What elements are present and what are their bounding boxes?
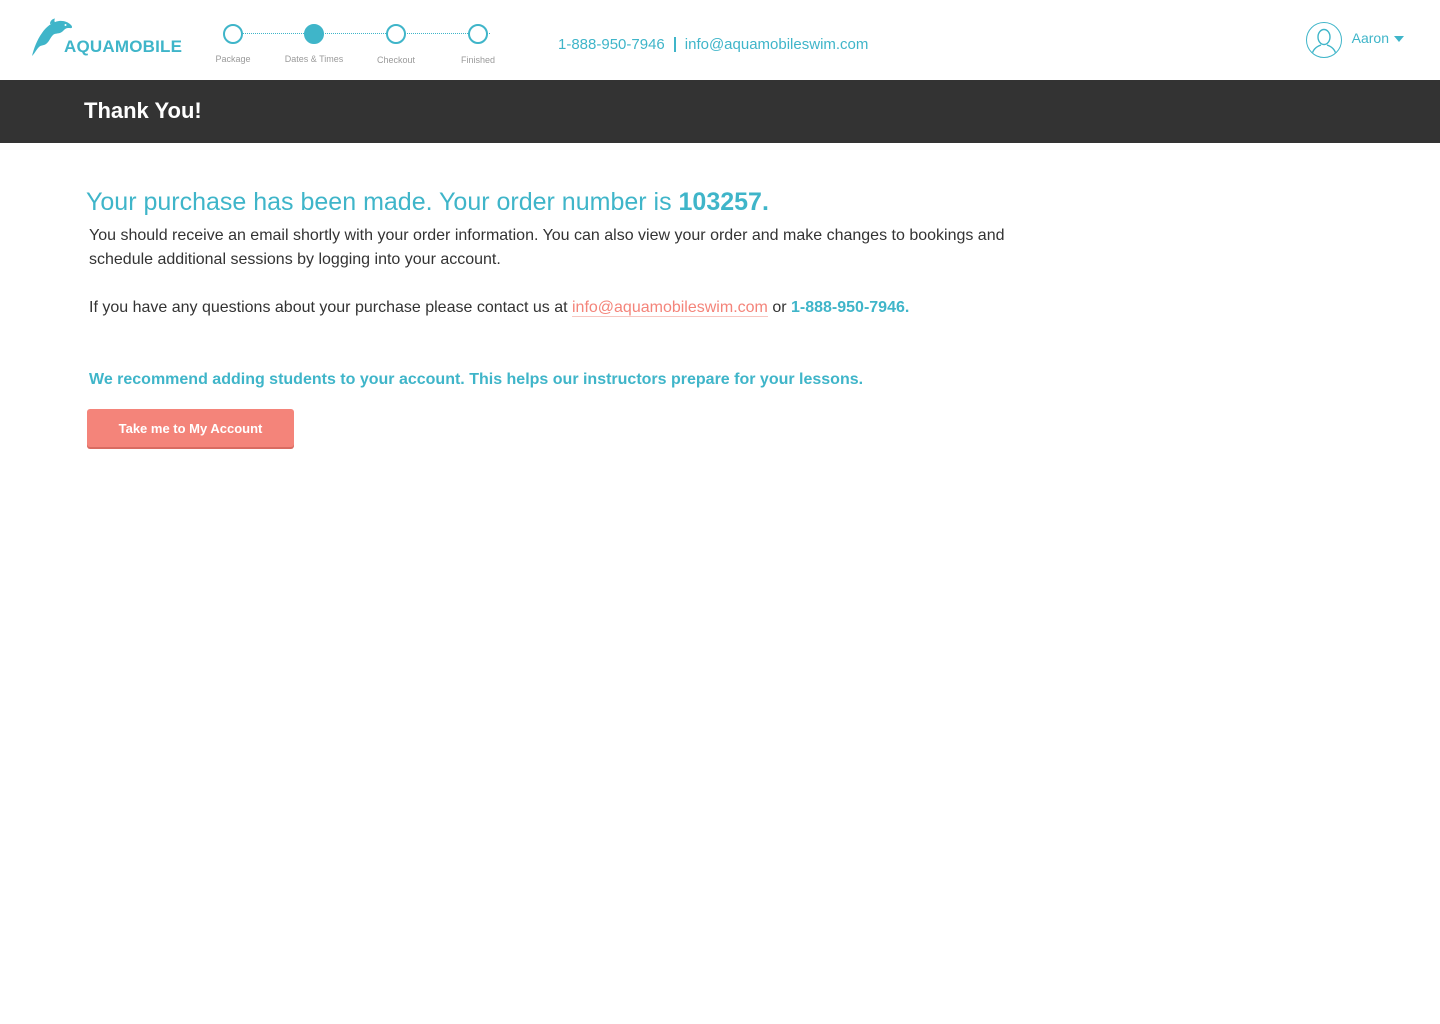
contact-paragraph-text: If you have any questions about your pur…	[89, 299, 568, 316]
header-phone-link[interactable]: 1-888-950-7946	[558, 36, 665, 53]
step-package-label: Package	[215, 54, 251, 64]
contact-phone-link[interactable]: 1-888-950-7946.	[791, 299, 909, 316]
user-avatar-icon	[1305, 22, 1342, 58]
step-finished-indicator	[468, 24, 488, 44]
step-dates-times-label: Dates & Times	[284, 54, 344, 64]
contact-or-text: or	[772, 299, 787, 316]
progress-steps: Package Dates & Times Checkout Finished	[200, 22, 510, 72]
user-menu[interactable]: Aaron	[1305, 22, 1404, 58]
step-checkout: Checkout	[356, 22, 436, 65]
header-email-link[interactable]: info@aquamobileswim.com	[685, 36, 869, 53]
header: AQUAMOBILE Package Dates & Times Checkou…	[0, 0, 1440, 80]
step-package-indicator	[223, 24, 243, 44]
contact-email-link[interactable]: info@aquamobileswim.com	[571, 299, 768, 317]
order-number: 103257.	[678, 188, 769, 216]
my-account-button[interactable]: Take me to My Account	[87, 409, 294, 447]
step-dates-times-indicator	[304, 24, 324, 44]
headline-text: Your purchase has been made. Your order …	[86, 188, 672, 216]
email-info-paragraph: You should receive an email shortly with…	[89, 227, 1005, 268]
contact-paragraph: If you have any questions about your pur…	[89, 296, 1009, 320]
logo-link[interactable]: AQUAMOBILE	[28, 18, 182, 58]
step-finished: Finished	[438, 22, 518, 65]
brand-name: AQUAMOBILE	[64, 37, 183, 56]
header-contact: 1-888-950-7946 info@aquamobileswim.com	[558, 36, 868, 53]
step-dates-times: Dates & Times	[274, 22, 354, 64]
confirmation-headline: Your purchase has been made. Your order …	[86, 186, 1026, 218]
step-finished-label: Finished	[460, 55, 496, 65]
user-name: Aaron	[1351, 30, 1389, 46]
step-checkout-indicator	[386, 24, 406, 44]
main-content: Your purchase has been made. Your order …	[86, 186, 1026, 447]
page-title: Thank You!	[84, 98, 202, 123]
step-package: Package	[193, 22, 273, 64]
caret-down-icon	[1394, 36, 1404, 42]
recommend-students-text: We recommend adding students to your acc…	[89, 371, 864, 388]
step-checkout-label: Checkout	[376, 55, 416, 65]
title-bar: Thank You!	[0, 80, 1440, 143]
contact-divider	[673, 37, 676, 52]
